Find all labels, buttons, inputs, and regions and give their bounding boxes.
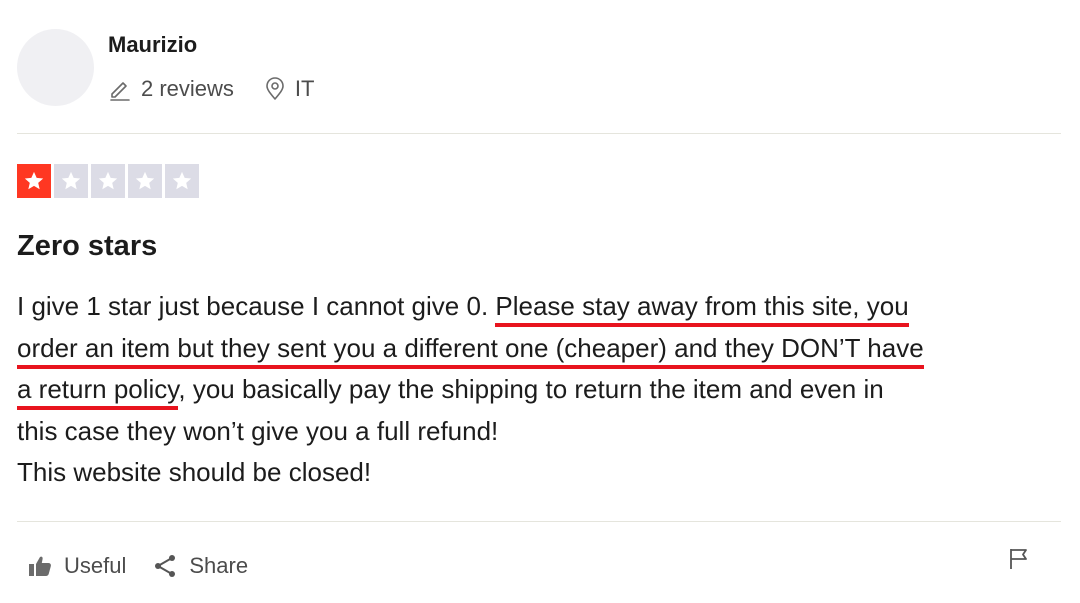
highlighted-text: order an item but they sent you a differ… — [17, 332, 924, 369]
reviewer-location: IT — [264, 76, 315, 102]
review-text-line: This website should be closed! — [17, 452, 1067, 494]
review-text-line: I give 1 star just because I cannot give… — [17, 286, 1067, 328]
star-empty — [128, 164, 162, 198]
divider — [17, 133, 1061, 134]
thumbs-up-icon — [28, 555, 52, 577]
review-text: this case they won’t give you a full ref… — [17, 415, 499, 446]
reviewer-meta: 2 reviews IT — [108, 75, 314, 103]
star-empty — [54, 164, 88, 198]
review-text: I give 1 star just because I cannot give… — [17, 291, 496, 321]
location-label: IT — [294, 76, 315, 101]
report-button[interactable] — [1008, 547, 1030, 576]
star-rating — [17, 164, 199, 198]
star-filled — [17, 164, 51, 198]
highlighted-text: Please stay away from this site, you — [495, 291, 909, 327]
review-text-line: a return policy, you basically pay the s… — [17, 369, 1067, 411]
reviewer-name[interactable]: Maurizio — [108, 32, 197, 58]
star-empty — [91, 164, 125, 198]
share-button[interactable]: Share — [153, 553, 248, 579]
star-empty — [165, 164, 199, 198]
highlighted-text: a return policy — [17, 374, 179, 410]
reviews-count-label: 2 reviews — [141, 76, 234, 101]
divider — [17, 521, 1061, 522]
review-title[interactable]: Zero stars — [17, 230, 157, 263]
pencil-icon — [108, 77, 132, 101]
useful-label: Useful — [64, 553, 127, 578]
review-body: I give 1 star just because I cannot give… — [17, 286, 1067, 494]
reviews-count: 2 reviews — [108, 76, 234, 102]
review-text: , you basically pay the shipping to retu… — [178, 374, 884, 404]
share-label: Share — [189, 553, 249, 578]
location-pin-icon — [264, 77, 286, 101]
star-icon — [24, 171, 44, 190]
review-actions: Useful Share — [28, 553, 248, 579]
review-text: This website should be closed! — [17, 457, 372, 487]
avatar[interactable] — [17, 29, 94, 106]
useful-button[interactable]: Useful — [28, 553, 126, 579]
star-icon — [172, 171, 192, 190]
star-icon — [98, 171, 118, 190]
star-icon — [61, 171, 81, 190]
review-text-line: order an item but they sent you a differ… — [17, 328, 1067, 370]
review-text-line: this case they won’t give you a full ref… — [17, 411, 1067, 453]
share-icon — [153, 554, 177, 578]
star-icon — [135, 171, 155, 190]
flag-icon — [1008, 549, 1030, 575]
